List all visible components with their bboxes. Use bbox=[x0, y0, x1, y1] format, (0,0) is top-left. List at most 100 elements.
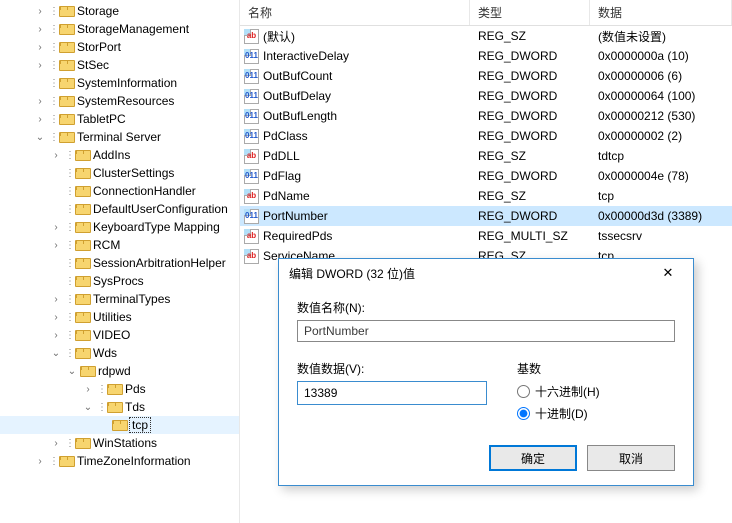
tree-item[interactable]: ›⋮Pds bbox=[0, 380, 239, 398]
tree-item[interactable]: tcp bbox=[0, 416, 239, 434]
chevron-right-icon[interactable]: › bbox=[48, 291, 64, 307]
tree-item[interactable]: ⋮SystemInformation bbox=[0, 74, 239, 92]
value-data: 0x00000212 (530) bbox=[590, 109, 732, 123]
tree-item[interactable]: ⋮ConnectionHandler bbox=[0, 182, 239, 200]
folder-icon bbox=[75, 204, 89, 215]
value-data-label: 数值数据(V): bbox=[297, 360, 517, 377]
folder-icon bbox=[75, 276, 89, 287]
tree-label: AddIns bbox=[92, 148, 130, 162]
col-data[interactable]: 数据 bbox=[590, 0, 732, 25]
folder-icon bbox=[59, 42, 73, 53]
chevron-down-icon[interactable]: ⌄ bbox=[80, 399, 96, 415]
table-row[interactable]: 011OutBufDelayREG_DWORD0x00000064 (100) bbox=[240, 86, 732, 106]
tree-item[interactable]: ›⋮VIDEO bbox=[0, 326, 239, 344]
value-type: REG_SZ bbox=[470, 189, 590, 203]
tree-item[interactable]: ›⋮TabletPC bbox=[0, 110, 239, 128]
value-type: REG_SZ bbox=[470, 29, 590, 43]
tree-label: tcp bbox=[129, 417, 151, 433]
string-value-icon: ab bbox=[244, 29, 259, 44]
chevron-right-icon[interactable]: › bbox=[32, 93, 48, 109]
chevron-right-icon[interactable]: › bbox=[32, 21, 48, 37]
col-name[interactable]: 名称 bbox=[240, 0, 470, 25]
radio-hex[interactable]: 十六进制(H) bbox=[517, 381, 675, 401]
ok-button[interactable]: 确定 bbox=[489, 445, 577, 471]
tree-dots-icon: ⋮ bbox=[64, 438, 75, 449]
table-row[interactable]: abPdNameREG_SZtcp bbox=[240, 186, 732, 206]
tree-item[interactable]: ›⋮Utilities bbox=[0, 308, 239, 326]
value-data-field[interactable] bbox=[297, 381, 487, 405]
value-data: (数值未设置) bbox=[590, 28, 732, 45]
folder-icon bbox=[59, 96, 73, 107]
tree-item[interactable]: ›⋮StSec bbox=[0, 56, 239, 74]
close-icon[interactable]: ✕ bbox=[651, 263, 685, 283]
tree-dots-icon: ⋮ bbox=[48, 6, 59, 17]
chevron-right-icon[interactable]: › bbox=[48, 147, 64, 163]
tree-dots-icon: ⋮ bbox=[64, 186, 75, 197]
chevron-right-icon[interactable]: › bbox=[48, 327, 64, 343]
tree-item[interactable]: ⌄⋮Wds bbox=[0, 344, 239, 362]
table-row[interactable]: 011PdFlagREG_DWORD0x0000004e (78) bbox=[240, 166, 732, 186]
tree-item[interactable]: ›⋮TerminalTypes bbox=[0, 290, 239, 308]
chevron-right-icon[interactable]: › bbox=[32, 111, 48, 127]
tree-item[interactable]: ›⋮KeyboardType Mapping bbox=[0, 218, 239, 236]
table-row[interactable]: 011InteractiveDelayREG_DWORD0x0000000a (… bbox=[240, 46, 732, 66]
tree-label: RCM bbox=[92, 238, 120, 252]
table-row[interactable]: 011OutBufLengthREG_DWORD0x00000212 (530) bbox=[240, 106, 732, 126]
value-name: InteractiveDelay bbox=[263, 49, 349, 63]
tree-item[interactable]: ⋮SysProcs bbox=[0, 272, 239, 290]
table-row[interactable]: 011OutBufCountREG_DWORD0x00000006 (6) bbox=[240, 66, 732, 86]
tree-item[interactable]: ›⋮StorPort bbox=[0, 38, 239, 56]
spacer bbox=[48, 183, 64, 199]
string-value-icon: ab bbox=[244, 249, 259, 264]
radio-dec-input[interactable] bbox=[517, 407, 530, 420]
folder-icon bbox=[59, 456, 73, 467]
table-row[interactable]: ab(默认)REG_SZ(数值未设置) bbox=[240, 26, 732, 46]
tree-item[interactable]: ›⋮RCM bbox=[0, 236, 239, 254]
table-row[interactable]: abRequiredPdsREG_MULTI_SZtssecsrv bbox=[240, 226, 732, 246]
tree-item[interactable]: ›⋮SystemResources bbox=[0, 92, 239, 110]
radio-dec[interactable]: 十进制(D) bbox=[517, 403, 675, 423]
tree-item[interactable]: ›⋮Storage bbox=[0, 2, 239, 20]
tree-label: WinStations bbox=[92, 436, 157, 450]
tree-item[interactable]: ⌄⋮Terminal Server bbox=[0, 128, 239, 146]
chevron-right-icon[interactable]: › bbox=[32, 3, 48, 19]
value-name-label: 数值名称(N): bbox=[297, 299, 675, 316]
cancel-button[interactable]: 取消 bbox=[587, 445, 675, 471]
tree-item[interactable]: ›⋮ WinStations bbox=[0, 434, 239, 452]
chevron-right-icon[interactable]: › bbox=[80, 381, 96, 397]
chevron-down-icon[interactable]: ⌄ bbox=[32, 129, 48, 145]
list-header: 名称 类型 数据 bbox=[240, 0, 732, 26]
tree-dots-icon: ⋮ bbox=[48, 24, 59, 35]
tree-item[interactable]: ›⋮AddIns bbox=[0, 146, 239, 164]
tree-item[interactable]: ⋮ClusterSettings bbox=[0, 164, 239, 182]
tree-item[interactable]: ⋮SessionArbitrationHelper bbox=[0, 254, 239, 272]
table-row[interactable]: abPdDLLREG_SZtdtcp bbox=[240, 146, 732, 166]
value-data: 0x00000d3d (3389) bbox=[590, 209, 732, 223]
value-type: REG_DWORD bbox=[470, 89, 590, 103]
value-name: OutBufDelay bbox=[263, 89, 331, 103]
value-type: REG_DWORD bbox=[470, 209, 590, 223]
registry-tree[interactable]: ›⋮Storage›⋮StorageManagement›⋮StorPort›⋮… bbox=[0, 0, 240, 523]
tree-item[interactable]: ⌄⋮Tds bbox=[0, 398, 239, 416]
chevron-right-icon[interactable]: › bbox=[32, 39, 48, 55]
chevron-right-icon[interactable]: › bbox=[48, 237, 64, 253]
tree-item[interactable]: ›⋮ StorageManagement bbox=[0, 20, 239, 38]
col-type[interactable]: 类型 bbox=[470, 0, 590, 25]
chevron-right-icon[interactable]: › bbox=[48, 309, 64, 325]
chevron-down-icon[interactable]: ⌄ bbox=[48, 345, 64, 361]
value-name: PdFlag bbox=[263, 169, 301, 183]
radio-hex-input[interactable] bbox=[517, 385, 530, 398]
table-row[interactable]: 011PortNumberREG_DWORD0x00000d3d (3389) bbox=[240, 206, 732, 226]
chevron-right-icon[interactable]: › bbox=[32, 453, 48, 469]
chevron-down-icon[interactable]: ⌄ bbox=[64, 363, 80, 379]
value-data: tdtcp bbox=[590, 149, 732, 163]
chevron-right-icon[interactable]: › bbox=[48, 435, 64, 451]
value-type: REG_DWORD bbox=[470, 49, 590, 63]
tree-item[interactable]: ›⋮TimeZoneInformation bbox=[0, 452, 239, 470]
table-row[interactable]: 011PdClassREG_DWORD0x00000002 (2) bbox=[240, 126, 732, 146]
chevron-right-icon[interactable]: › bbox=[32, 57, 48, 73]
tree-item[interactable]: ⌄rdpwd bbox=[0, 362, 239, 380]
chevron-right-icon[interactable]: › bbox=[48, 219, 64, 235]
tree-label: StorageManagement bbox=[76, 22, 189, 36]
tree-item[interactable]: ⋮DefaultUserConfiguration bbox=[0, 200, 239, 218]
